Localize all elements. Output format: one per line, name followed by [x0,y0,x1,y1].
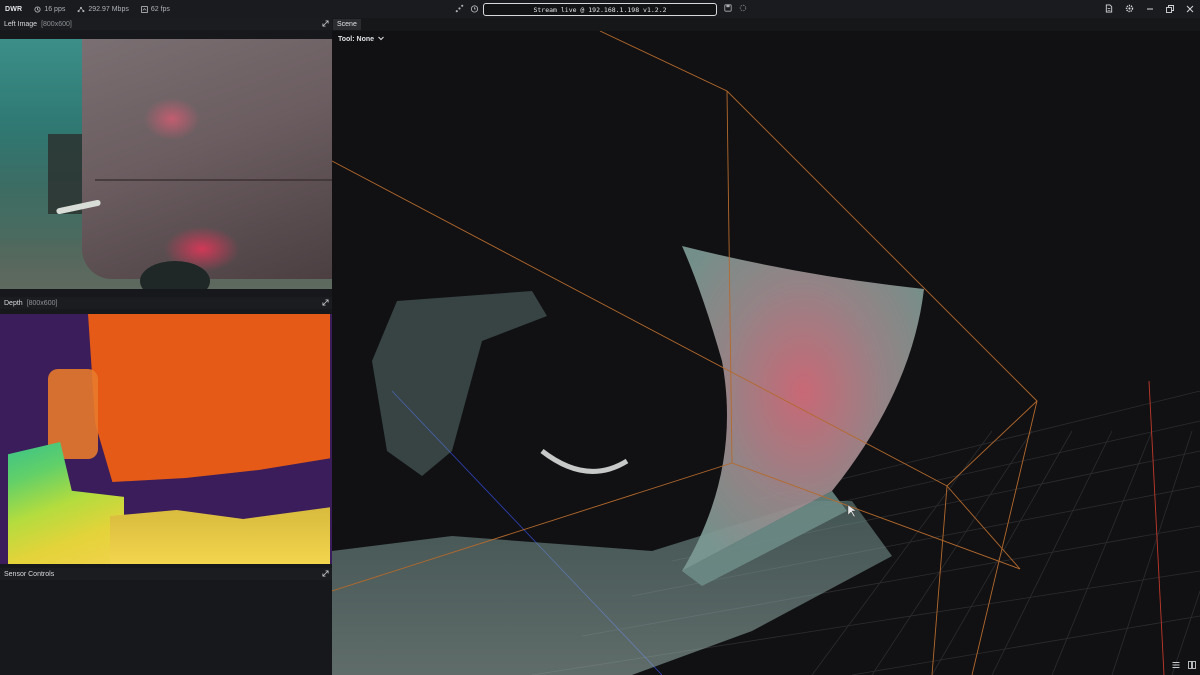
stream-tools [455,4,479,13]
top-bar: DWR 16 pps 292.97 Mbps 62 fps Stream liv… [0,0,1200,19]
chevron-down-icon [378,36,384,43]
save-icon[interactable] [724,4,732,12]
left-image-title: Left Image [4,20,38,28]
refresh-icon[interactable] [739,4,747,12]
expand-icon[interactable] [322,570,329,579]
chain-points [540,449,629,474]
minimize-icon[interactable] [1146,5,1154,13]
stream-actions [724,4,747,12]
layout-icon[interactable] [1188,661,1196,671]
expand-icon[interactable] [322,299,329,308]
dots-icon[interactable] [455,4,464,13]
wreck-points [372,291,547,476]
scene-3d-viewport[interactable] [332,31,1200,675]
depth-header: Depth [800x600] [0,297,332,309]
stream-status[interactable]: Stream live @ 192.168.1.198 v1.2.2 [483,3,717,16]
file-icon[interactable] [1105,4,1113,13]
pps-value: 16 pps [44,5,66,13]
expand-icon[interactable] [322,20,329,29]
list-icon[interactable] [1172,661,1180,671]
clock-icon [34,5,44,13]
settings-icon[interactable] [1125,4,1134,13]
left-image-header: Left Image [800x600] [0,18,332,30]
left-camera-image [0,39,332,289]
tab-scene-label: Scene [337,21,357,28]
close-icon[interactable] [1186,5,1194,13]
app-logo: DWR [5,5,23,13]
depth-resolution: [800x600] [26,299,58,307]
scene-view-controls [1172,661,1196,671]
stopwatch-icon[interactable] [470,4,479,13]
bandwidth-stat: 292.97 Mbps [77,5,129,13]
network-icon [77,6,88,13]
stream-status-text: Stream live @ 192.168.1.198 v1.2.2 [533,5,667,14]
depth-title: Depth [4,299,23,307]
pps-stat: 16 pps [34,6,65,13]
tool-dropdown[interactable]: Tool: None [338,34,384,44]
sensor-controls-header: Sensor Controls [0,568,332,580]
x-axis-line [1148,380,1165,675]
tool-dropdown-label: Tool: None [338,35,375,43]
scene-tab-bar [332,18,1200,31]
left-image-resolution: [800x600] [41,20,72,28]
tab-scene[interactable]: Scene [333,19,361,30]
depth-map-image [0,314,332,564]
bandwidth-value: 292.97 Mbps [88,5,129,13]
point-cloud-render [332,31,1200,675]
fps-value: 62 fps [150,5,170,13]
sensor-controls-title: Sensor Controls [4,570,55,578]
fps-stat: 62 fps [140,5,170,13]
window-controls [1105,4,1194,13]
monitor-icon [140,5,151,13]
restore-icon[interactable] [1166,4,1174,13]
